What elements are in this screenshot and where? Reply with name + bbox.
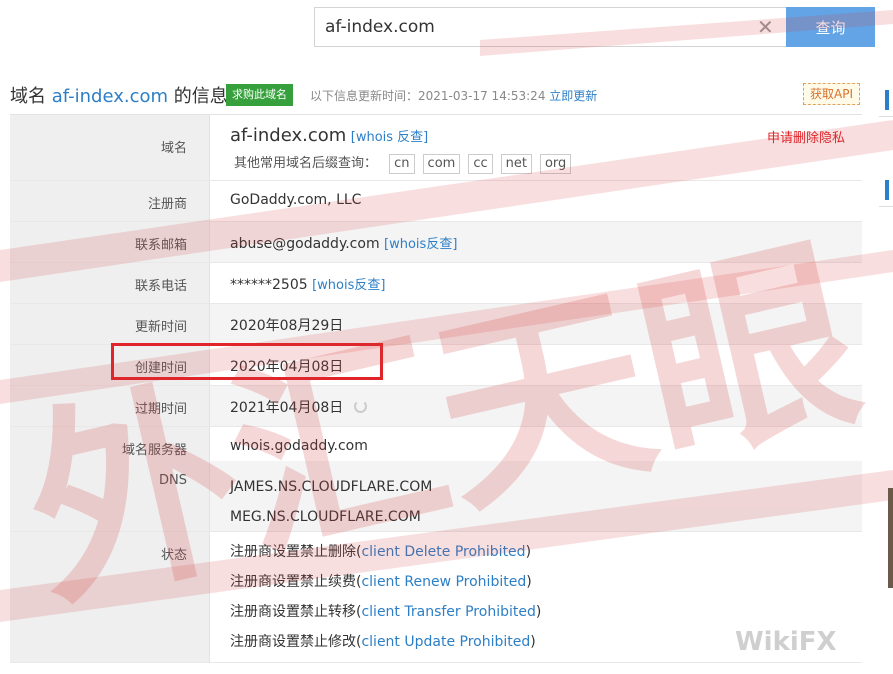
highlight-box	[111, 343, 383, 380]
suffix-org-button[interactable]: org	[539, 154, 572, 174]
sidebar-image	[888, 488, 893, 588]
divider	[879, 206, 893, 207]
domain-value: af-index.com	[230, 125, 347, 146]
table-row-status: 状态 注册商设置禁止删除(client Delete Prohibited) 注…	[10, 532, 862, 663]
update-now-link[interactable]: 立即更新	[549, 89, 597, 103]
update-time-text: 以下信息更新时间：2021-03-17 14:53:24	[310, 89, 546, 103]
row-label: 联系电话	[10, 263, 210, 303]
loading-spinner-icon	[353, 400, 367, 413]
row-label: 状态	[10, 532, 210, 662]
table-row-dns: DNS JAMES.NS.CLOUDFLARE.COM MEG.NS.CLOUD…	[10, 461, 862, 532]
suffix-cn-button[interactable]: cn	[389, 154, 415, 174]
sidebar-marker	[885, 180, 889, 200]
search-button[interactable]: 查询	[786, 7, 875, 47]
domain-whois-link[interactable]: [whois 反查]	[351, 130, 429, 145]
email-value: abuse@godaddy.com	[230, 236, 380, 252]
status-item: 注册商设置禁止删除(client Delete Prohibited)	[230, 544, 532, 560]
table-row-domain: 域名 af-index.com [whois 反查] 申请删除隐私 其他常用域名…	[10, 115, 862, 181]
status-link[interactable]: client Transfer Prohibited	[361, 604, 535, 620]
right-sidebar	[879, 80, 893, 600]
suffix-net-button[interactable]: net	[500, 154, 532, 174]
table-row-phone: 联系电话 ******2505 [whois反查]	[10, 263, 862, 304]
table-row-expires: 过期时间 2021年04月08日	[10, 386, 862, 427]
table-row-updated: 更新时间 2020年08月29日	[10, 304, 862, 345]
dns-server-2: MEG.NS.CLOUDFLARE.COM	[230, 509, 421, 525]
email-whois-link[interactable]: [whois反查]	[384, 237, 457, 252]
search-bar: ✕ 查询	[314, 7, 875, 47]
status-item: 注册商设置禁止修改(client Update Prohibited)	[230, 634, 536, 650]
get-api-button[interactable]: 获取API	[803, 83, 860, 105]
dns-server-1: JAMES.NS.CLOUDFLARE.COM	[230, 479, 433, 495]
phone-whois-link[interactable]: [whois反查]	[312, 278, 385, 293]
page-title: 域名 af-index.com 的信息	[10, 86, 228, 107]
clear-icon[interactable]: ✕	[757, 15, 774, 39]
status-item: 注册商设置禁止转移(client Transfer Prohibited)	[230, 604, 542, 620]
row-label: 注册商	[10, 181, 210, 221]
row-label: DNS	[10, 461, 210, 531]
expires-value: 2021年04月08日	[230, 400, 344, 416]
row-label: 域名	[10, 115, 210, 180]
status-item: 注册商设置禁止续费(client Renew Prohibited)	[230, 574, 532, 590]
title-domain: af-index.com	[51, 86, 169, 107]
table-row-email: 联系邮箱 abuse@godaddy.com [whois反查]	[10, 222, 862, 263]
divider	[879, 116, 893, 117]
update-info: 以下信息更新时间：2021-03-17 14:53:24 立即更新	[310, 87, 597, 104]
phone-value: ******2505	[230, 277, 308, 293]
suffix-label: 其他常用域名后缀查询：	[234, 156, 378, 171]
status-link[interactable]: client Delete Prohibited	[361, 544, 525, 560]
search-input[interactable]	[314, 7, 786, 47]
suffix-cc-button[interactable]: cc	[468, 154, 493, 174]
title-row: 域名 af-index.com 的信息 求购此域名 以下信息更新时间：2021-…	[10, 82, 862, 108]
row-label: 联系邮箱	[10, 222, 210, 262]
suffix-com-button[interactable]: com	[422, 154, 461, 174]
row-label: 更新时间	[10, 304, 210, 344]
status-link[interactable]: client Update Prohibited	[361, 634, 530, 650]
registrar-value: GoDaddy.com, LLC	[230, 192, 362, 208]
whois-info-table: 域名 af-index.com [whois 反查] 申请删除隐私 其他常用域名…	[10, 114, 862, 663]
status-link[interactable]: client Renew Prohibited	[361, 574, 526, 590]
whois-server-value: whois.godaddy.com	[230, 438, 368, 454]
buy-domain-button[interactable]: 求购此域名	[226, 84, 293, 106]
remove-privacy-link[interactable]: 申请删除隐私	[767, 127, 845, 146]
row-label: 过期时间	[10, 386, 210, 426]
updated-value: 2020年08月29日	[230, 318, 344, 334]
sidebar-marker	[885, 90, 889, 110]
table-row-registrar: 注册商 GoDaddy.com, LLC	[10, 181, 862, 222]
